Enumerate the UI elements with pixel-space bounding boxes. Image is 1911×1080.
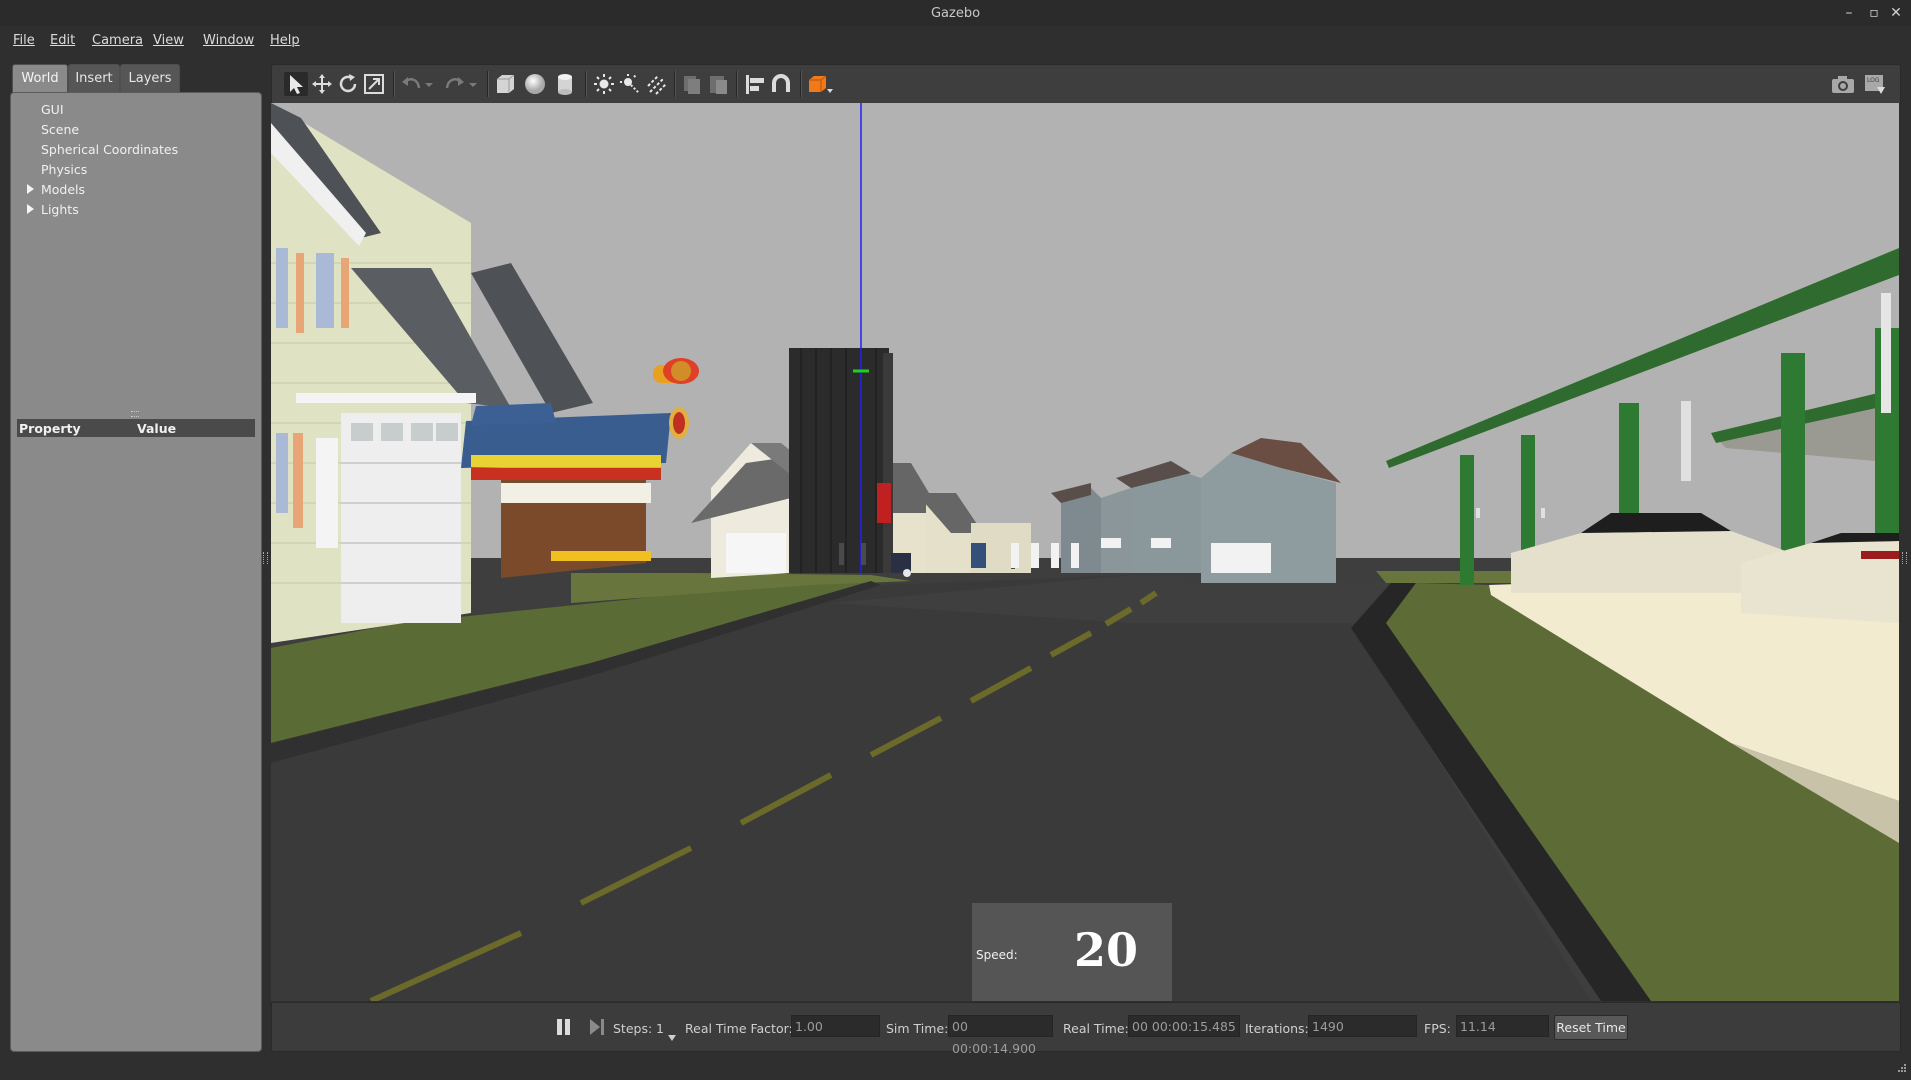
redo-dropdown-icon[interactable] [467, 72, 479, 96]
tree-item-gui[interactable]: GUI [41, 102, 64, 117]
fps-field: 11.14 [1456, 1015, 1549, 1037]
scale-icon[interactable] [362, 72, 386, 96]
log-icon[interactable]: LOG [1861, 72, 1889, 96]
menu-edit[interactable]: Edit [50, 33, 75, 48]
fps-label: FPS: [1424, 1021, 1451, 1036]
snap-icon[interactable] [769, 72, 793, 96]
minimize-icon[interactable]: – [1838, 2, 1860, 24]
sphere-shape-icon[interactable] [523, 72, 547, 96]
menu-file[interactable]: File [13, 33, 35, 48]
cylinder-shape-icon[interactable] [553, 72, 577, 96]
left-splitter-handle[interactable] [263, 552, 268, 564]
iterations-label: Iterations: [1245, 1021, 1309, 1036]
close-icon[interactable]: ✕ [1885, 2, 1907, 24]
resize-grip-icon[interactable] [1897, 1058, 1907, 1072]
menu-bar: File Edit Camera View Window Help [0, 26, 1911, 56]
window-title: Gazebo [930, 6, 981, 21]
view-angle-icon[interactable] [806, 72, 836, 96]
steps-dropdown-icon[interactable] [667, 1027, 677, 1041]
tree-item-models[interactable]: Models [41, 182, 85, 197]
align-icon[interactable] [743, 72, 767, 96]
toolbar: LOG [271, 64, 1901, 104]
tree-item-lights[interactable]: Lights [41, 202, 79, 217]
maximize-icon[interactable]: ▫ [1863, 2, 1885, 24]
toolbar-separator [393, 71, 395, 97]
speed-value: 20 [1074, 923, 1139, 977]
tab-world[interactable]: World [12, 64, 68, 94]
menu-camera[interactable]: Camera [92, 33, 143, 48]
toolbar-separator [736, 71, 738, 97]
real-time-label: Real Time: [1063, 1021, 1129, 1036]
redo-icon[interactable] [443, 72, 467, 96]
expand-arrow-icon[interactable] [27, 184, 34, 194]
value-column-header: Value [137, 421, 177, 436]
right-splitter-handle[interactable] [1902, 552, 1907, 564]
copy-icon[interactable] [680, 72, 704, 96]
spot-light-icon[interactable] [618, 72, 642, 96]
toolbar-separator [800, 71, 802, 97]
steps-value[interactable]: 1 [656, 1021, 664, 1036]
iterations-field: 1490 [1308, 1015, 1417, 1037]
sim-time-field: 00 00:00:14.900 [948, 1015, 1053, 1056]
property-table-header: Property Value [17, 419, 255, 437]
sim-time-label: Sim Time: [886, 1021, 949, 1036]
reset-time-button[interactable]: Reset Time [1554, 1015, 1628, 1040]
tree-item-scene[interactable]: Scene [41, 122, 79, 137]
directional-light-icon[interactable] [644, 72, 668, 96]
select-arrow-icon[interactable] [284, 72, 308, 96]
undo-icon[interactable] [399, 72, 423, 96]
steps-label: Steps: [613, 1021, 653, 1036]
speed-overlay: Speed: 20 [972, 903, 1172, 1001]
real-time-factor-field: 1.00 [791, 1015, 880, 1037]
tab-layers[interactable]: Layers [120, 64, 180, 92]
real-time-factor-label: Real Time Factor: [685, 1021, 793, 1036]
translate-icon[interactable] [310, 72, 334, 96]
menu-view[interactable]: View [153, 33, 184, 48]
world-panel: GUI Scene Spherical Coordinates Physics … [10, 92, 262, 1052]
svg-text:LOG: LOG [1867, 77, 1880, 84]
tab-insert[interactable]: Insert [68, 64, 120, 92]
tree-item-physics[interactable]: Physics [41, 162, 87, 177]
screenshot-icon[interactable] [1829, 72, 1857, 96]
menu-help[interactable]: Help [270, 33, 300, 48]
toolbar-separator [487, 71, 489, 97]
paste-icon[interactable] [706, 72, 730, 96]
step-forward-icon[interactable] [587, 1017, 607, 1037]
toolbar-separator [674, 71, 676, 97]
splitter-handle[interactable] [131, 411, 139, 417]
expand-arrow-icon[interactable] [27, 204, 34, 214]
speed-label: Speed: [976, 948, 1018, 962]
box-shape-icon[interactable] [493, 72, 517, 96]
menu-window[interactable]: Window [203, 33, 254, 48]
pause-icon[interactable] [554, 1017, 574, 1037]
toolbar-separator [585, 71, 587, 97]
real-time-field: 00 00:00:15.485 [1128, 1015, 1240, 1037]
point-light-icon[interactable] [592, 72, 616, 96]
3d-viewport[interactable]: Speed: 20 [271, 103, 1899, 1001]
property-column-header: Property [19, 421, 81, 436]
simulation-status-bar: Steps: 1 Real Time Factor: 1.00 Sim Time… [271, 1002, 1901, 1056]
tree-item-spherical-coordinates[interactable]: Spherical Coordinates [41, 142, 178, 157]
undo-dropdown-icon[interactable] [423, 72, 435, 96]
title-bar: Gazebo – ▫ ✕ [0, 0, 1911, 26]
scene-render [271, 103, 1899, 1001]
rotate-icon[interactable] [336, 72, 360, 96]
